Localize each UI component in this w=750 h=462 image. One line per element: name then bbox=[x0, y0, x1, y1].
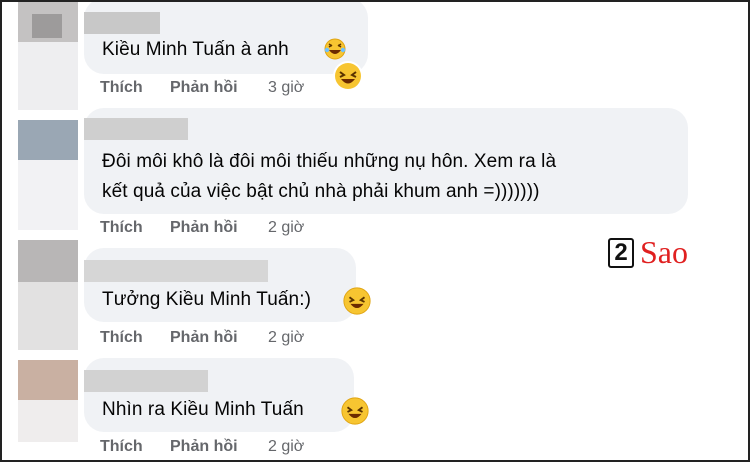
reply-button[interactable]: Phản hồi bbox=[170, 438, 268, 456]
timestamp[interactable]: 2 giờ bbox=[268, 329, 304, 347]
comment-bubble: Đôi môi khô là đôi môi thiếu những nụ hô… bbox=[84, 108, 688, 214]
commenter-name-blurred[interactable] bbox=[84, 260, 268, 282]
comment-bubble: Tưởng Kiều Minh Tuấn:) bbox=[84, 248, 371, 322]
like-button[interactable]: Thích bbox=[100, 438, 170, 456]
comment-actions: Thích Phản hồi 2 giờ bbox=[100, 329, 304, 347]
comment-text: Nhìn ra Kiều Minh Tuấn bbox=[102, 399, 304, 420]
comment-text-line-2: kết quả của việc bật chủ nhà phải khum a… bbox=[102, 181, 540, 202]
commenter-name-blurred[interactable] bbox=[84, 12, 160, 34]
commenter-name-blurred[interactable] bbox=[84, 370, 208, 392]
timestamp[interactable]: 2 giờ bbox=[268, 438, 304, 456]
reply-button[interactable]: Phản hồi bbox=[170, 79, 268, 97]
comment-actions: Thích Phản hồi 3 giờ bbox=[100, 79, 304, 97]
comment-actions: Thích Phản hồi 2 giờ bbox=[100, 219, 304, 237]
comment-thread: Kiều Minh Tuấn à anh Thích Phản hồi 3 giờ … bbox=[0, 0, 750, 462]
laughing-face-icon bbox=[340, 396, 370, 431]
2sao-logo: 2 Sao bbox=[606, 234, 698, 274]
avatar[interactable] bbox=[18, 360, 78, 442]
comment-actions: Thích Phản hồi 2 giờ bbox=[100, 438, 304, 456]
avatar[interactable] bbox=[18, 120, 78, 230]
logo-word: Sao bbox=[640, 234, 688, 270]
logo-digit: 2 bbox=[608, 238, 634, 268]
comment-text: Tưởng Kiều Minh Tuấn:) bbox=[102, 289, 312, 310]
comment-bubble: Nhìn ra Kiều Minh Tuấn bbox=[84, 358, 369, 432]
comment-text: Kiều Minh Tuấn à anh bbox=[102, 39, 289, 60]
comment-bubble: Kiều Minh Tuấn à anh bbox=[84, 2, 368, 74]
laughing-face-icon bbox=[342, 286, 372, 321]
reply-button[interactable]: Phản hồi bbox=[170, 329, 268, 347]
timestamp[interactable]: 3 giờ bbox=[268, 79, 304, 97]
commenter-name-blurred[interactable] bbox=[84, 118, 188, 140]
like-button[interactable]: Thích bbox=[100, 329, 170, 347]
like-button[interactable]: Thích bbox=[100, 79, 170, 97]
avatar[interactable] bbox=[18, 2, 78, 110]
like-button[interactable]: Thích bbox=[100, 219, 170, 237]
comment-text-line-1: Đôi môi khô là đôi môi thiếu những nụ hô… bbox=[102, 151, 557, 172]
reply-button[interactable]: Phản hồi bbox=[170, 219, 268, 237]
timestamp[interactable]: 2 giờ bbox=[268, 219, 304, 237]
reaction-badge[interactable] bbox=[332, 60, 364, 97]
avatar[interactable] bbox=[18, 240, 78, 350]
